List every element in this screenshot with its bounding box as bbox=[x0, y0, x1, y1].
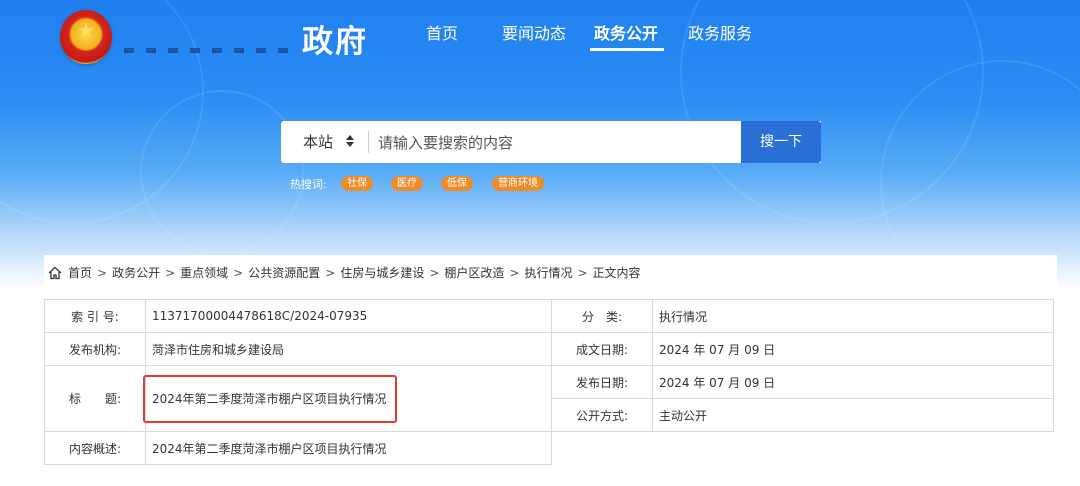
breadcrumb-current: 正文内容 bbox=[592, 266, 641, 280]
breadcrumb-separator: > bbox=[165, 266, 176, 280]
breadcrumb-shantytown[interactable]: 棚户区改造 bbox=[444, 266, 504, 280]
breadcrumb-housing[interactable]: 住房与城乡建设 bbox=[340, 266, 424, 280]
breadcrumb-separator: > bbox=[577, 266, 588, 280]
breadcrumb-separator: > bbox=[429, 266, 440, 280]
disclosure-label: 公开方式: bbox=[551, 398, 653, 432]
breadcrumb-home[interactable]: 首页 bbox=[68, 266, 92, 280]
published-date-value: 2024 年 07 月 09 日 bbox=[652, 365, 1054, 399]
summary-value: 2024年第二季度菏泽市棚户区项目执行情况 bbox=[145, 431, 552, 465]
sort-updown-icon bbox=[345, 120, 355, 166]
nav-item-news[interactable]: 要闻动态 bbox=[502, 20, 566, 44]
created-date-value: 2024 年 07 月 09 日 bbox=[652, 332, 1054, 366]
breadcrumb-separator: > bbox=[97, 266, 108, 280]
hot-tag-business-environment[interactable]: 营商环境 bbox=[492, 176, 544, 191]
nav-item-services[interactable]: 政务服务 bbox=[688, 20, 752, 44]
summary-label: 内容概述: bbox=[44, 431, 146, 465]
category-label: 分 类: bbox=[551, 299, 653, 333]
search-scope-select[interactable]: 本站 bbox=[281, 121, 369, 163]
breadcrumb-public-resources[interactable]: 公共资源配置 bbox=[248, 266, 320, 280]
document-meta-table: 索 引 号: 11371700004478618C/2024-07935 分 类… bbox=[44, 299, 1054, 465]
decorative-pattern bbox=[140, 90, 304, 254]
breadcrumb-government-affairs[interactable]: 政务公开 bbox=[112, 266, 160, 280]
hot-search-label: 热搜词: bbox=[290, 178, 327, 191]
issuer-value: 菏泽市住房和城乡建设局 bbox=[145, 332, 552, 366]
title-label: 标 题: bbox=[44, 365, 146, 432]
national-emblem-icon[interactable]: ★ bbox=[60, 10, 112, 64]
hot-tag-subsistence-allowance[interactable]: 低保 bbox=[441, 176, 473, 191]
created-date-label: 成文日期: bbox=[551, 332, 653, 366]
breadcrumb-separator: > bbox=[509, 266, 520, 280]
issuer-label: 发布机构: bbox=[44, 332, 146, 366]
nav-item-government-affairs[interactable]: 政务公开 bbox=[594, 20, 658, 44]
hot-tag-social-security[interactable]: 社保 bbox=[341, 176, 373, 191]
index-label: 索 引 号: bbox=[44, 299, 146, 333]
category-value: 执行情况 bbox=[652, 299, 1054, 333]
breadcrumb-separator: > bbox=[325, 266, 336, 280]
breadcrumb-execution[interactable]: 执行情况 bbox=[524, 266, 572, 280]
disclosure-value: 主动公开 bbox=[652, 398, 1054, 432]
nav-active-indicator bbox=[590, 48, 664, 51]
title-value: 2024年第二季度菏泽市棚户区项目执行情况 bbox=[145, 365, 552, 432]
index-value: 11371700004478618C/2024-07935 bbox=[145, 299, 552, 333]
search-input[interactable] bbox=[376, 123, 736, 163]
home-icon[interactable] bbox=[48, 266, 62, 280]
breadcrumb: 首页 > 政务公开 > 重点领域 > 公共资源配置 > 住房与城乡建设 > 棚户区改造 > 执行情况 > 正… bbox=[44, 255, 1057, 291]
published-date-label: 发布日期: bbox=[551, 365, 653, 399]
breadcrumb-separator: > bbox=[233, 266, 244, 280]
site-name-blurred bbox=[124, 48, 294, 53]
hot-tag-medical[interactable]: 医疗 bbox=[391, 176, 423, 191]
breadcrumb-key-areas[interactable]: 重点领域 bbox=[180, 266, 228, 280]
nav-item-home[interactable]: 首页 bbox=[426, 20, 458, 44]
search-divider bbox=[368, 131, 369, 153]
search-button[interactable]: 搜一下 bbox=[741, 121, 821, 163]
site-title: 政府 bbox=[302, 24, 368, 60]
search-scope-label: 本站 bbox=[303, 133, 334, 151]
